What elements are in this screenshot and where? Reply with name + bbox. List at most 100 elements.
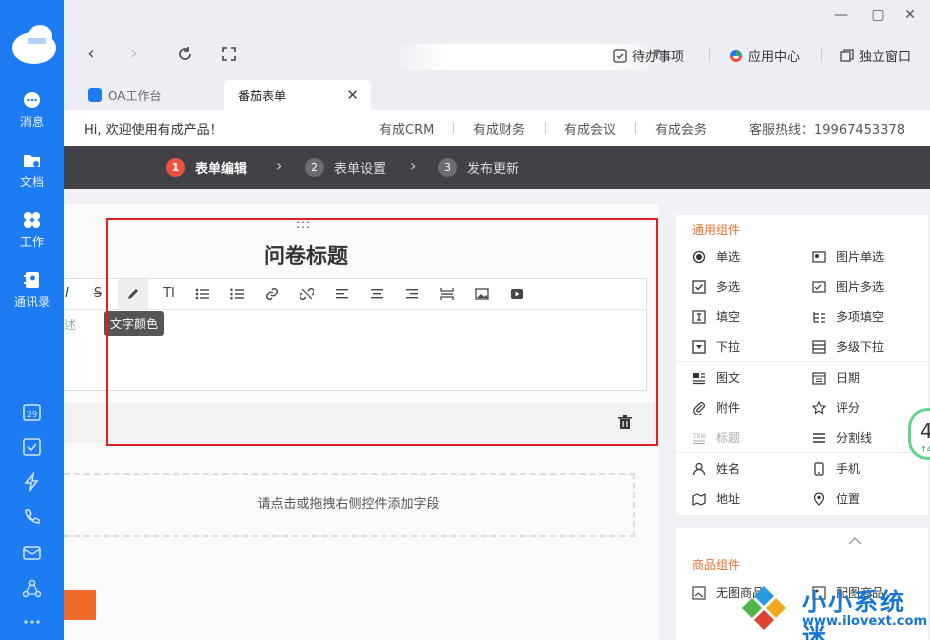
step-label: 表单设置 [334,162,387,177]
image-checkbox-icon [812,280,826,293]
italic-button[interactable]: I [58,285,76,303]
step-publish[interactable]: 3 发布更新 [438,158,519,177]
selected-field-outline [106,218,658,446]
divider [453,122,454,134]
close-tab-icon[interactable]: ✕ [346,86,359,104]
link-finance[interactable]: 有成财务 [473,119,525,138]
component-multi-field[interactable]: 多项填空 [812,308,884,325]
score-badge[interactable]: 4 ↑4 [908,408,930,460]
standalone-window-button[interactable]: 独立窗口 [840,46,911,65]
lightning-icon[interactable] [22,472,42,492]
component-label: 手机 [836,462,861,476]
component-title[interactable]: Title 标题 [692,429,740,446]
component-person[interactable]: 姓名 [692,460,740,477]
chevron-up-icon[interactable] [848,536,862,546]
link-crm[interactable]: 有成CRM [379,119,434,138]
clover-icon [24,212,40,228]
component-radio[interactable]: 单选 [692,248,740,265]
step-form-edit[interactable]: 1 表单编辑 [166,158,247,177]
back-icon[interactable]: ‹ [81,44,101,64]
image-radio-icon [812,250,826,263]
drop-zone[interactable]: 请点击或拖拽右侧控件添加字段 [64,473,635,537]
tab-oa-workbench[interactable]: OA工作台 [88,80,223,110]
component-image-text[interactable]: 图文 [692,369,740,386]
minimize-icon[interactable]: — [832,6,850,24]
todo-label: 待办事项 [632,50,685,65]
contacts-icon [24,272,39,288]
refresh-icon[interactable] [177,46,193,62]
tab-label: 番茄表单 [238,88,287,103]
svg-text:29: 29 [27,410,37,419]
link-meeting[interactable]: 有成会议 [564,119,616,138]
step-label: 发布更新 [467,162,520,177]
section-title-general: 通用组件 [692,223,741,237]
network-icon[interactable] [22,579,42,599]
chevron-right-icon: › [410,156,417,175]
checkbox-icon [692,279,706,294]
checklist-icon[interactable] [22,437,42,457]
component-map[interactable]: 地址 [692,490,740,507]
component-label: 日期 [836,371,861,385]
nav-item-messages[interactable]: 消息 [0,90,64,130]
step-form-settings[interactable]: 2 表单设置 [305,158,386,177]
component-label: 地址 [716,492,741,506]
calendar-icon [812,371,826,385]
divider [676,361,928,362]
text-field-icon [692,309,706,324]
link-conference[interactable]: 有成会务 [655,119,707,138]
app-sidebar: 消息 文档 工作 通讯录 29 [0,0,64,640]
divider [821,49,822,62]
description-placeholder: 述 [64,318,77,332]
step-number: 3 [438,158,457,177]
component-paperclip[interactable]: 附件 [692,399,740,416]
component-label: 多选 [716,280,741,294]
component-image-checkbox[interactable]: 图片多选 [812,278,884,295]
component-checkbox[interactable]: 多选 [692,278,740,295]
nav-item-work[interactable]: 工作 [0,210,64,250]
paperclip-icon [693,401,705,415]
phone-call-icon[interactable] [22,507,42,527]
watermark-name: 小小系统迷 [802,588,906,640]
steps-bar: 1 表单编辑 › 2 表单设置 › 3 发布更新 [64,146,930,189]
component-label: 位置 [836,492,861,506]
component-cascade[interactable]: 多级下拉 [812,338,884,355]
cloud-logo-icon [12,25,56,64]
image-text-icon [693,372,705,384]
todo-button[interactable]: 待办事项 [613,46,684,65]
save-button[interactable] [64,590,96,620]
nav-item-contacts[interactable]: 通讯录 [0,270,64,310]
badge-value: 4 [920,419,930,443]
calendar-icon[interactable]: 29 [22,402,42,422]
nav-item-docs[interactable]: 文档 [0,150,64,190]
component-text-field[interactable]: 填空 [692,308,740,325]
fullscreen-icon[interactable] [221,46,237,62]
dropdown-icon [692,339,706,354]
watermark: 小小系统迷 www.ilovext.com [740,578,930,640]
more-icon[interactable] [22,612,42,632]
diamond-logo-icon [742,586,786,630]
component-label: 图文 [716,371,741,385]
divider [709,49,710,62]
forward-icon[interactable]: › [124,44,144,64]
divider [545,122,546,134]
component-label: 下拉 [716,340,741,354]
mail-icon[interactable] [22,543,42,563]
component-label: 评分 [836,401,861,415]
standalone-label: 独立窗口 [859,50,912,65]
close-window-icon[interactable]: ✕ [901,6,919,24]
nav-label: 通讯录 [13,295,50,309]
folder-icon [24,155,40,167]
component-calendar[interactable]: 日期 [812,369,860,386]
component-star[interactable]: 评分 [812,399,860,416]
component-divider[interactable]: 分割线 [812,429,872,446]
star-icon [812,400,826,414]
strikethrough-button[interactable]: S [89,285,107,303]
component-dropdown[interactable]: 下拉 [692,338,740,355]
chevron-right-icon: › [276,156,283,175]
tab-tomato-form[interactable]: 番茄表单 ✕ [224,80,371,110]
maximize-icon[interactable]: ▢ [869,6,887,24]
component-image-radio[interactable]: 图片单选 [812,248,884,265]
component-location[interactable]: 位置 [812,490,860,507]
app-center-button[interactable]: 应用中心 [729,46,800,65]
component-phone[interactable]: 手机 [812,460,860,477]
